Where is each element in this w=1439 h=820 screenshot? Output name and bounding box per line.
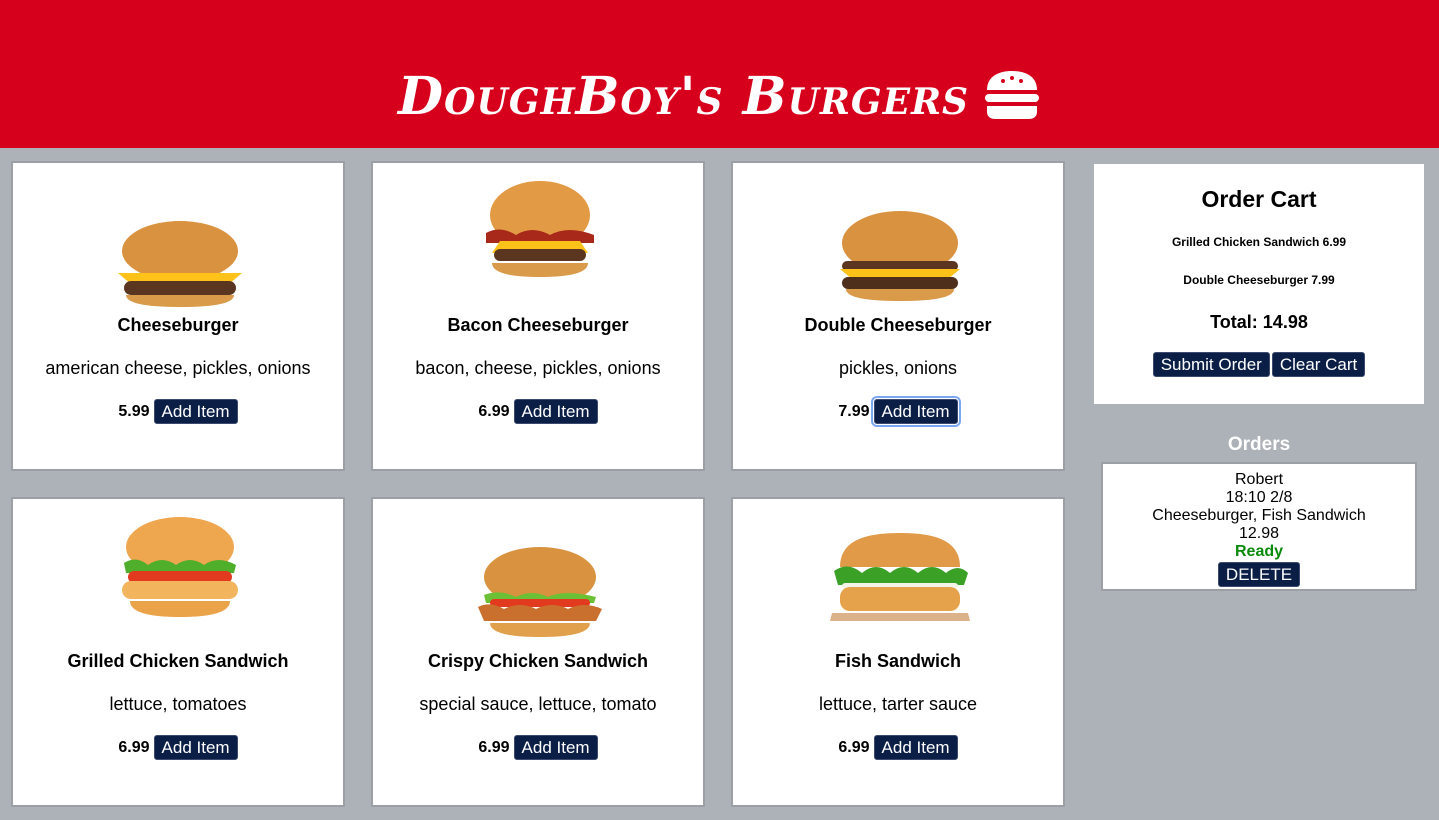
menu-item-price: 5.99 [118, 402, 150, 420]
add-item-button[interactable]: Add Item [513, 399, 598, 424]
menu-card-grilled-chicken-sandwich: Grilled Chicken Sandwich lettuce, tomato… [11, 497, 345, 807]
menu-item-name: Bacon Cheeseburger [447, 315, 629, 335]
menu-card-bacon-cheeseburger: Bacon Cheeseburger bacon, cheese, pickle… [371, 161, 705, 471]
menu-item-name: Crispy Chicken Sandwich [427, 651, 649, 671]
menu-card-crispy-chicken-sandwich: Crispy Chicken Sandwich special sauce, l… [371, 497, 705, 807]
order-items: Cheeseburger, Fish Sandwich [1152, 507, 1366, 524]
order-cart: Order Cart Grilled Chicken Sandwich 6.99… [1094, 164, 1424, 404]
menu-item-desc: lettuce, tarter sauce [818, 694, 978, 714]
menu-item-desc: bacon, cheese, pickles, onions [415, 358, 661, 378]
add-item-button[interactable]: Add Item [513, 735, 598, 760]
order-card: Robert 18:10 2/8 Cheeseburger, Fish Sand… [1101, 462, 1417, 591]
double-cheeseburger-image [840, 211, 960, 301]
add-item-button[interactable]: Add Item [870, 396, 961, 427]
grilled-chicken-sandwich-image [122, 517, 238, 617]
order-customer: Robert [1234, 471, 1284, 488]
menu-item-price: 6.99 [478, 402, 510, 420]
menu-item-price: 6.99 [838, 738, 870, 756]
menu-card-fish-sandwich: Fish Sandwich lettuce, tarter sauce 6.99… [731, 497, 1065, 807]
cheeseburger-image [118, 221, 242, 307]
burger-icon [983, 68, 1041, 138]
menu-card-double-cheeseburger: Double Cheeseburger pickles, onions 7.99… [731, 161, 1065, 471]
menu-item-price: 6.99 [478, 738, 510, 756]
cart-total: Total: 14.98 [1210, 312, 1308, 332]
menu-item-desc: american cheese, pickles, onions [45, 358, 311, 378]
cart-item: Grilled Chicken Sandwich 6.99 [1171, 235, 1347, 249]
submit-order-button[interactable]: Submit Order [1152, 352, 1270, 377]
menu-item-desc: special sauce, lettuce, tomato [419, 694, 657, 714]
clear-cart-button[interactable]: Clear Cart [1271, 352, 1366, 377]
add-item-button[interactable]: Add Item [873, 735, 958, 760]
add-item-button[interactable]: Add Item [153, 399, 238, 424]
menu-item-price: 7.99 [838, 402, 870, 420]
menu-item-price: 6.99 [118, 738, 150, 756]
cart-title: Order Cart [1201, 186, 1317, 212]
bacon-cheeseburger-image [486, 181, 594, 277]
order-time: 18:10 2/8 [1225, 489, 1293, 506]
menu-item-name: Cheeseburger [117, 315, 239, 335]
menu-item-name: Double Cheeseburger [804, 315, 992, 335]
brand-title: DoughBoy's Burgers [0, 62, 1439, 138]
menu-item-name: Grilled Chicken Sandwich [67, 651, 289, 671]
menu-card-cheeseburger: Cheeseburger american cheese, pickles, o… [11, 161, 345, 471]
site-header: DoughBoy's Burgers [0, 0, 1439, 148]
cart-item: Double Cheeseburger 7.99 [1183, 273, 1335, 287]
menu-item-desc: lettuce, tomatoes [109, 694, 247, 714]
brand-text: DoughBoy's Burgers [398, 66, 969, 127]
order-total: 12.98 [1238, 525, 1280, 542]
crispy-chicken-sandwich-image [478, 547, 602, 637]
orders-title: Orders [1227, 434, 1291, 455]
add-item-button[interactable]: Add Item [153, 735, 238, 760]
fish-sandwich-image [830, 533, 970, 621]
delete-order-button[interactable]: DELETE [1217, 562, 1301, 587]
menu-item-name: Fish Sandwich [834, 651, 962, 671]
order-status: Ready [1234, 543, 1284, 560]
menu-item-desc: pickles, onions [838, 358, 958, 378]
